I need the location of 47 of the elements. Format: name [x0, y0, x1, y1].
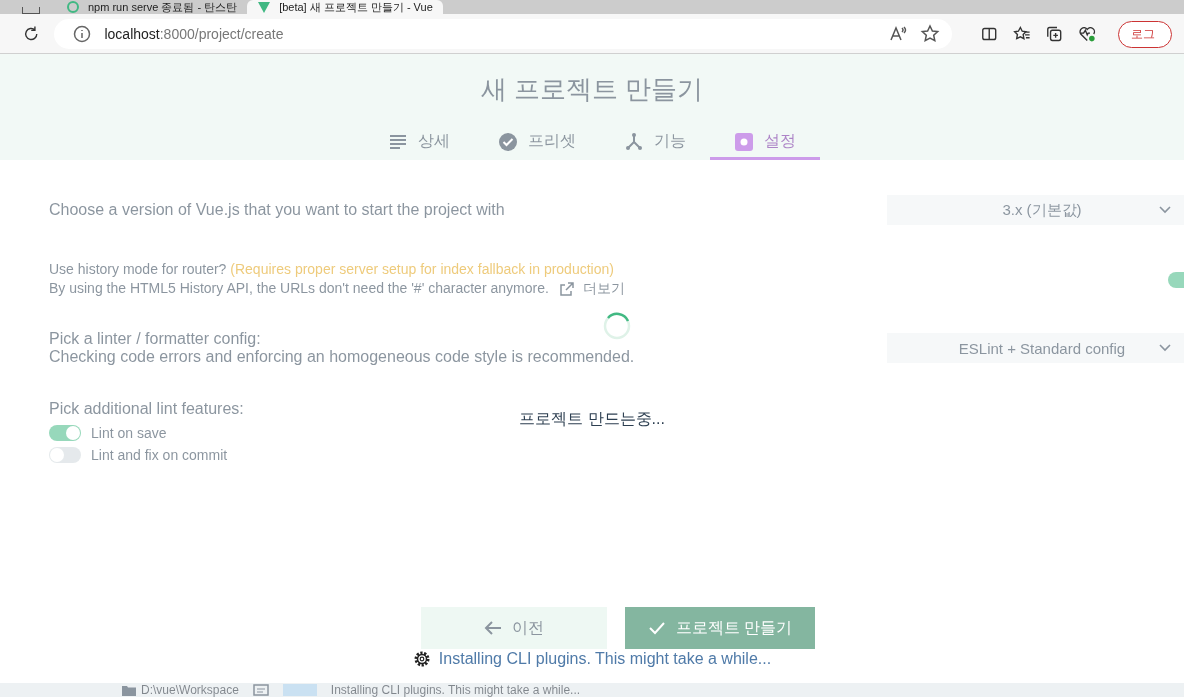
option-label: Lint and fix on commit [91, 447, 228, 463]
info-icon[interactable] [72, 24, 93, 44]
heart-pulse-icon[interactable] [1077, 24, 1097, 44]
chevron-down-icon [1159, 206, 1171, 214]
setting-description: By using the HTML5 History API, the URLs don't need the '#' character anymore. [49, 280, 549, 298]
folder-path[interactable]: D:\vue\Workspace [122, 683, 239, 697]
browser-tab[interactable]: [beta] 새 프로젝트 만들기 - Vue [247, 0, 443, 14]
gear-icon [412, 650, 431, 668]
arrow-left-icon [484, 620, 502, 636]
setting-label: Use history mode for router? (Requires proper server setup for index fallback in production) [49, 261, 614, 277]
status-message: Installing CLI plugins. This might take a while... [330, 683, 581, 697]
setting-label: Pick a linter / formatter config: [49, 330, 261, 348]
create-project-button[interactable]: 프로젝트 만들기 [625, 607, 815, 649]
step-tab[interactable]: 설정 [710, 126, 820, 160]
dropdown-select[interactable]: 3.x (기본값) [887, 195, 1184, 225]
star-icon[interactable] [920, 24, 941, 44]
dropdown-select[interactable]: ESLint + Standard config [887, 333, 1184, 363]
toggle-switch[interactable] [49, 425, 81, 441]
status-badge [282, 684, 317, 696]
folder-icon [122, 684, 136, 696]
step-tab[interactable]: 상세 [364, 126, 474, 160]
fork-icon [624, 131, 644, 152]
settings-icon [734, 131, 754, 152]
loading-spinner [603, 312, 631, 340]
setting-description: Checking code errors and enforcing an homogeneous code style is recommended. [49, 348, 635, 366]
login-button[interactable]: 로그 [1118, 20, 1173, 48]
step-tab[interactable]: 기능 [600, 126, 710, 160]
collections-icon[interactable] [1045, 24, 1064, 44]
option-label: Lint on save [91, 425, 167, 441]
page-title: 새 프로젝트 만들기 [480, 73, 704, 106]
loading-message: 프로젝트 만드는중... [519, 409, 665, 429]
tab-sidebar-icon[interactable] [22, 7, 40, 14]
setting-label: Choose a version of Vue.js that you want to start the project with [49, 201, 505, 219]
check-circle-icon [498, 131, 518, 152]
toggle-switch[interactable] [49, 447, 81, 463]
chevron-down-icon [1159, 344, 1171, 352]
address-bar[interactable]: localhost:8000/project/create [54, 19, 953, 49]
browser-tab[interactable]: npm run serve 종료됨 - 탄스탄 [56, 0, 248, 14]
step-tab[interactable]: 프리셋 [474, 126, 600, 160]
external-link-icon [558, 281, 575, 297]
tab-site-icon [66, 0, 80, 14]
vue-logo-icon [257, 0, 272, 14]
back-button[interactable]: 이전 [421, 607, 607, 649]
more-link[interactable]: 더보기 [558, 280, 625, 298]
setting-label: Pick additional lint features: [49, 400, 244, 418]
check-icon [647, 620, 666, 636]
progress-status: Installing CLI plugins. This might take a while... [438, 650, 772, 668]
